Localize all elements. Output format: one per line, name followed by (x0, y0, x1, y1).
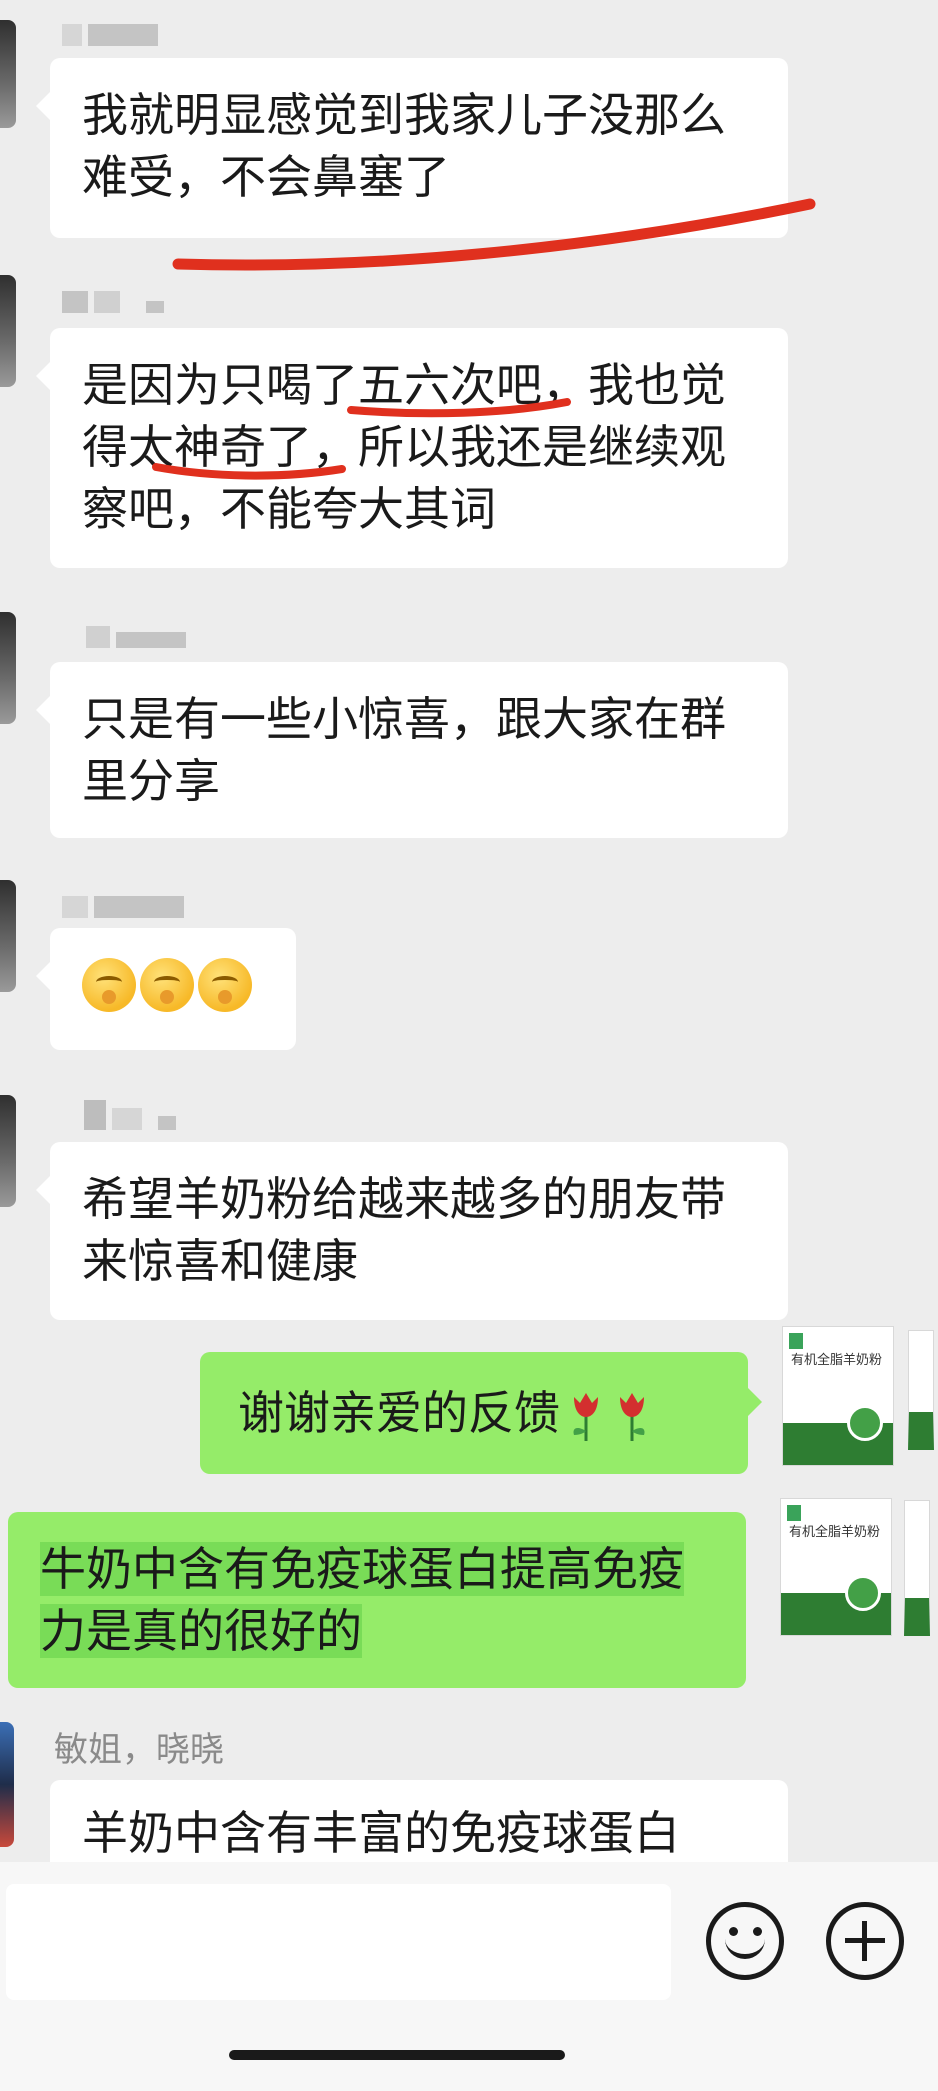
sender-avatar[interactable] (0, 20, 16, 128)
product-box-image: 有机全脂羊奶粉 (782, 1326, 894, 1466)
rose-icon (573, 1392, 598, 1441)
plus-circle-icon[interactable] (826, 1902, 904, 1980)
own-message-bubble[interactable]: 谢谢亲爱的反馈 (200, 1352, 762, 1474)
red-underline-annotation (347, 398, 571, 418)
hand-over-mouth-emoji-icon (198, 958, 252, 1012)
message-text: 是因为只喝了五六次吧，我也觉得太神奇了，所以我还是继续观察吧，不能夸大其词 (82, 358, 726, 536)
sender-name: 敏姐，晓晓 (54, 1730, 224, 1770)
sender-avatar[interactable] (0, 1095, 16, 1207)
sender-name-blurred (62, 285, 164, 313)
sender-name-blurred (84, 1100, 176, 1130)
red-underline-annotation (172, 198, 816, 271)
product-box-image-partial (904, 1500, 930, 1636)
message-text: 只是有一些小惊喜，跟大家在群里分享 (82, 692, 726, 808)
hand-over-mouth-emoji-icon (82, 958, 136, 1012)
message-text: 羊奶中含有丰富的免疫球蛋白 (82, 1806, 680, 1860)
red-underline-annotation (152, 463, 346, 480)
sender-avatar[interactable] (0, 275, 16, 387)
message-bubble[interactable]: 希望羊奶粉给越来越多的朋友带来惊喜和健康 (36, 1142, 788, 1320)
hand-over-mouth-emoji-icon (140, 958, 194, 1012)
sender-name-blurred (86, 620, 186, 648)
sender-name-blurred (62, 890, 184, 918)
own-message-bubble[interactable]: 牛奶中含有免疫球蛋白提高免疫力是真的很好的 (8, 1512, 746, 1688)
rose-icon (620, 1392, 645, 1441)
message-text: 我就明显感觉到我家儿子没那么难受，不会鼻塞了 (82, 88, 726, 204)
message-input[interactable] (6, 1884, 671, 2000)
sender-avatar[interactable] (0, 880, 16, 992)
product-name: 有机全脂羊奶粉 (791, 1353, 883, 1368)
sender-avatar[interactable] (0, 612, 16, 724)
product-name: 有机全脂羊奶粉 (789, 1525, 881, 1540)
message-bubble[interactable]: 是因为只喝了五六次吧，我也觉得太神奇了，所以我还是继续观察吧，不能夸大其词 (36, 328, 788, 568)
sender-avatar[interactable] (0, 1722, 14, 1847)
sender-name-blurred (62, 18, 158, 46)
message-text: 希望羊奶粉给越来越多的朋友带来惊喜和健康 (82, 1172, 726, 1288)
home-indicator (229, 2050, 565, 2060)
smiley-icon[interactable] (706, 1902, 784, 1980)
product-box-image-partial (908, 1330, 934, 1450)
message-text: 谢谢亲爱的反馈 (238, 1386, 560, 1440)
emoji-message-bubble[interactable] (36, 928, 296, 1050)
product-box-image: 有机全脂羊奶粉 (780, 1498, 892, 1636)
message-bubble[interactable]: 只是有一些小惊喜，跟大家在群里分享 (36, 662, 788, 838)
message-text: 牛奶中含有免疫球蛋白提高免疫力是真的很好的 (40, 1542, 684, 1658)
